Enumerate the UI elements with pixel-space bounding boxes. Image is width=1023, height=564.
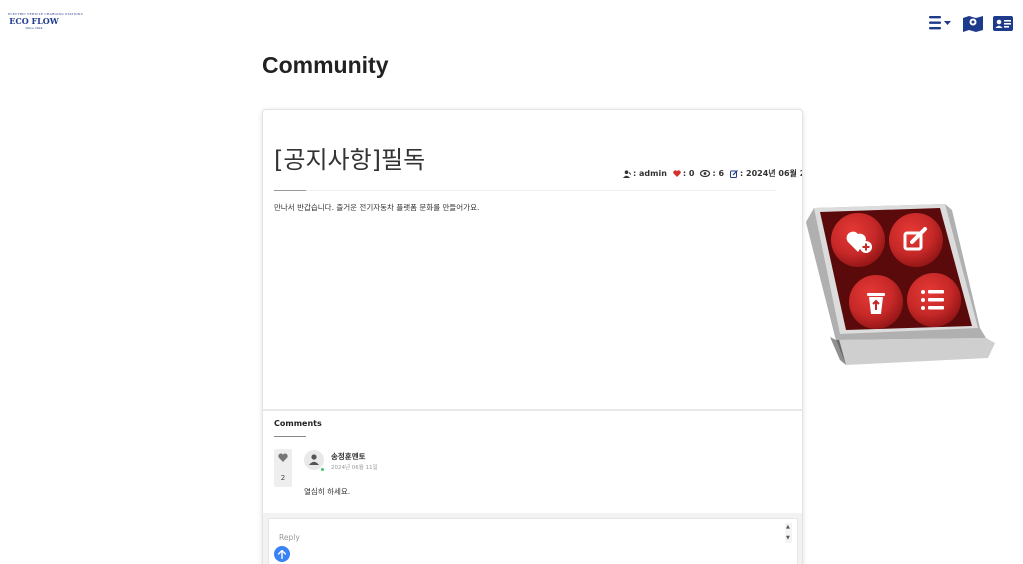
reply-submit-button[interactable]: [274, 546, 290, 562]
author-meta: : admin: [623, 169, 667, 178]
reply-input[interactable]: Reply ▲ ▼: [268, 518, 798, 564]
heart-icon: [278, 453, 288, 462]
post-meta: : admin : 0 : 6 : 2024년 06월 22일: [623, 168, 802, 179]
page-title: Community: [262, 52, 389, 78]
id-card-icon[interactable]: [993, 15, 1013, 31]
comment-author: 송정훈멘토: [331, 452, 366, 461]
date-meta: : 2024년 06월 22일: [730, 168, 802, 179]
reply-area: Reply ▲ ▼: [263, 513, 802, 564]
scroll-up-icon[interactable]: ▲: [786, 524, 790, 530]
list-button[interactable]: [907, 273, 961, 327]
comments-underline: [274, 436, 306, 437]
logo-name: ECO FLOW: [9, 16, 59, 26]
logo-since: Since 2024: [25, 26, 43, 30]
comments-heading: Comments: [274, 419, 322, 428]
delete-button[interactable]: [849, 275, 903, 329]
section-divider: [263, 409, 802, 411]
comment-text: 열심히 하세요.: [304, 487, 351, 496]
post-author: : admin: [633, 169, 667, 178]
map-icon[interactable]: [963, 14, 983, 32]
comment-date: 2024년 06월 11일: [331, 465, 378, 471]
hamburger-menu-icon[interactable]: [929, 16, 953, 30]
edit-date-icon: [730, 169, 738, 178]
reply-scrollbar[interactable]: ▲ ▼: [785, 523, 792, 543]
post-title: [공지사항]필독: [274, 146, 426, 174]
user-avatar-icon: [309, 454, 319, 465]
like-add-button[interactable]: [831, 213, 885, 267]
online-status-dot: [320, 467, 325, 472]
title-divider: [306, 190, 776, 191]
user-icon: [623, 169, 631, 178]
scroll-down-icon[interactable]: ▼: [786, 535, 790, 541]
post-date: : 2024년 06월 22일: [740, 169, 802, 178]
post-likes: : 0: [682, 169, 695, 178]
comment-like-button[interactable]: 2: [274, 449, 292, 487]
logo[interactable]: ELECTRIC VEHICLE CHARGING STATIONS ECO F…: [8, 12, 83, 34]
post-body: 만나서 반갑습니다. 즐거운 전기자동차 플랫폼 문화를 만들어가요.: [274, 203, 480, 212]
likes-meta: : 0: [673, 169, 695, 178]
comment-item: 2 송정훈멘토 2024년 06월 11일 열심히 하세요.: [263, 444, 802, 516]
post-card: [공지사항]필독 : admin : 0 : 6: 2024년 06월 만나서…: [262, 109, 803, 564]
arrow-up-icon: [278, 549, 286, 559]
post-views: : 6: [712, 169, 725, 178]
heart-icon: [673, 170, 681, 177]
views-meta: : 6: [700, 169, 724, 178]
comment-like-count: 2: [280, 474, 286, 482]
eye-icon: [700, 170, 711, 177]
title-underline: [274, 190, 306, 191]
reply-placeholder: Reply: [279, 533, 300, 542]
top-nav: [929, 14, 1013, 32]
action-keypad: [800, 200, 1000, 368]
edit-button[interactable]: [889, 213, 943, 267]
